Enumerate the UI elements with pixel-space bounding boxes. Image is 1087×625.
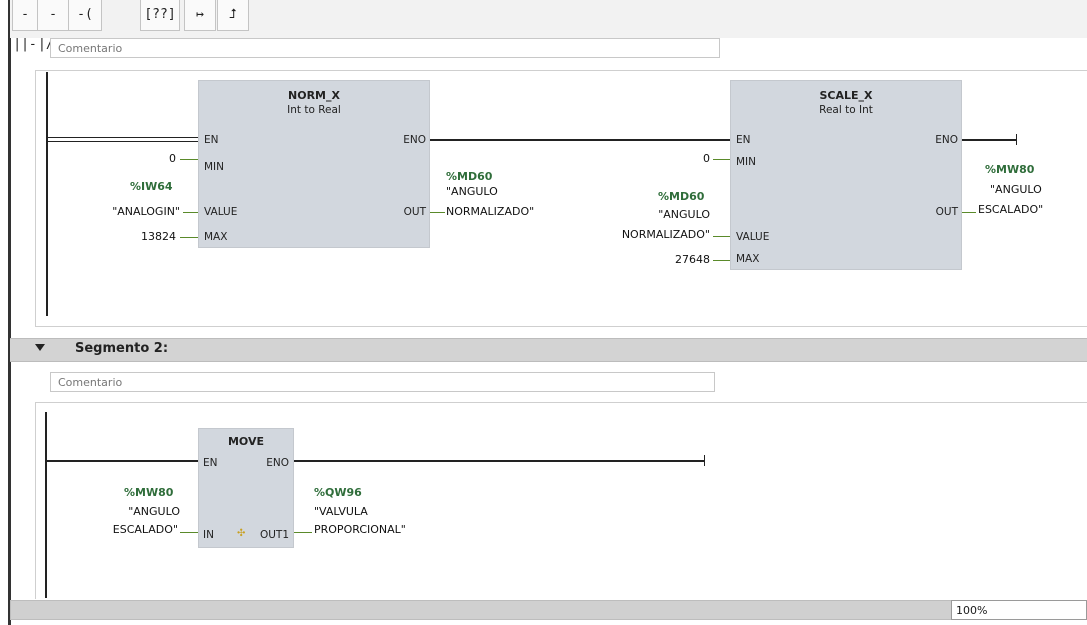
move-eno-pin: ENO	[266, 457, 289, 469]
move-in-tag-line1[interactable]: "ANGULO	[80, 505, 180, 518]
empty-box-button[interactable]: [??]	[140, 0, 180, 31]
norm-x-title: NORM_X	[288, 89, 340, 102]
scale-x-value-tag-line2[interactable]: NORMALIZADO"	[580, 228, 710, 241]
norm-x-out-tag-line2[interactable]: NORMALIZADO"	[446, 205, 534, 218]
en-wire-bottom	[48, 141, 200, 142]
move-out-wire	[294, 532, 312, 533]
norm-x-out-tag-line1[interactable]: "ANGULO	[446, 185, 498, 198]
move-block[interactable]: MOVE EN ENO IN OUT1	[198, 428, 294, 548]
move-in-address[interactable]: %MW80	[124, 486, 173, 499]
scale-x-min-wire	[713, 159, 730, 160]
scale-x-min-pin: MIN	[736, 156, 757, 168]
segment1-power-rail	[46, 72, 48, 316]
segment2-power-rail	[45, 412, 47, 598]
scale-x-subtitle: Real to Int	[819, 104, 873, 116]
norm-x-en-pin: EN	[204, 134, 219, 146]
scale-x-out-tag-line1[interactable]: "ANGULO	[990, 183, 1042, 196]
move-in-wire	[180, 532, 198, 533]
scale-x-eno-wire	[962, 139, 1017, 141]
scale-x-eno-end	[1016, 134, 1017, 145]
scale-x-value-tag-line1[interactable]: "ANGULO	[600, 208, 710, 221]
segment2-comment[interactable]: Comentario	[50, 372, 715, 392]
collapse-arrow-icon[interactable]	[35, 344, 45, 351]
segment2-network	[35, 402, 1087, 599]
add-output-icon[interactable]: ✣	[237, 528, 245, 539]
scale-x-eno-pin: ENO	[935, 134, 958, 146]
norm-x-max-wire	[180, 237, 198, 238]
norm-x-value-pin: VALUE	[204, 206, 238, 218]
scale-x-min-value[interactable]: 0	[680, 152, 710, 165]
en-wire-top	[48, 137, 200, 138]
scale-x-title: SCALE_X	[819, 89, 873, 102]
move-title: MOVE	[227, 435, 265, 448]
contact-nc-button[interactable]: -|/|-	[37, 0, 69, 52]
scale-x-out-pin: OUT	[935, 206, 958, 218]
move-en-wire	[47, 460, 200, 462]
norm-x-max-pin: MAX	[204, 231, 228, 243]
contact-no-button[interactable]: -||-	[12, 0, 38, 52]
close-branch-button[interactable]: ⮥	[217, 0, 249, 31]
norm-x-min-wire	[180, 159, 198, 160]
segment2-header[interactable]: Segmento 2:	[10, 338, 1087, 362]
move-out-tag-line1[interactable]: "VALVULA	[314, 505, 368, 518]
scale-x-out-address[interactable]: %MW80	[985, 163, 1034, 176]
norm-x-out-wire	[430, 212, 445, 213]
window-left-border	[8, 0, 11, 625]
move-out1-pin: OUT1	[259, 529, 289, 541]
scale-x-max-value[interactable]: 27648	[650, 253, 710, 266]
move-in-pin: IN	[203, 529, 214, 541]
coil-button[interactable]: -( )-	[68, 0, 102, 52]
scale-x-out-tag-line2[interactable]: ESCALADO"	[978, 203, 1043, 216]
open-branch-button[interactable]: ↦	[184, 0, 216, 31]
scale-x-value-address[interactable]: %MD60	[658, 190, 704, 203]
scale-x-value-wire	[713, 236, 730, 237]
move-eno-end	[704, 455, 705, 466]
move-in-tag-line2[interactable]: ESCALADO"	[80, 523, 178, 536]
segment1-comment[interactable]: Comentario	[50, 38, 720, 58]
scale-x-max-wire	[713, 260, 730, 261]
norm-x-block[interactable]: NORM_X Int to Real EN ENO MIN VALUE OUT …	[198, 80, 430, 248]
scale-x-block[interactable]: SCALE_X Real to Int EN ENO MIN OUT VALUE…	[730, 80, 962, 270]
norm-x-value-wire	[183, 212, 198, 213]
segment2-title: Segmento 2:	[75, 341, 169, 356]
scale-x-max-pin: MAX	[736, 253, 760, 265]
zoom-field[interactable]: 100%	[951, 600, 1087, 620]
norm-x-out-pin: OUT	[403, 206, 426, 218]
ladder-toolbar: -||- -|/|- -( )- [??] ↦ ⮥	[10, 0, 1087, 52]
move-out-address[interactable]: %QW96	[314, 486, 362, 499]
scale-x-en-pin: EN	[736, 134, 751, 146]
norm-x-max-value[interactable]: 13824	[120, 230, 176, 243]
norm-x-subtitle: Int to Real	[287, 104, 341, 116]
scale-x-value-pin: VALUE	[736, 231, 770, 243]
norm-x-value-address[interactable]: %IW64	[130, 180, 173, 193]
norm-x-min-value[interactable]: 0	[140, 152, 176, 165]
move-out-tag-line2[interactable]: PROPORCIONAL"	[314, 523, 406, 536]
norm-x-out-address[interactable]: %MD60	[446, 170, 492, 183]
norm-x-value-tag[interactable]: "ANALOGIN"	[70, 205, 180, 218]
norm-x-eno-to-scale-x-en-wire	[430, 139, 730, 141]
norm-x-eno-pin: ENO	[403, 134, 426, 146]
horizontal-scrollbar[interactable]	[10, 600, 952, 620]
norm-x-min-pin: MIN	[204, 161, 225, 173]
move-eno-wire	[294, 460, 704, 462]
move-en-pin: EN	[203, 457, 218, 469]
scale-x-out-wire	[962, 212, 976, 213]
